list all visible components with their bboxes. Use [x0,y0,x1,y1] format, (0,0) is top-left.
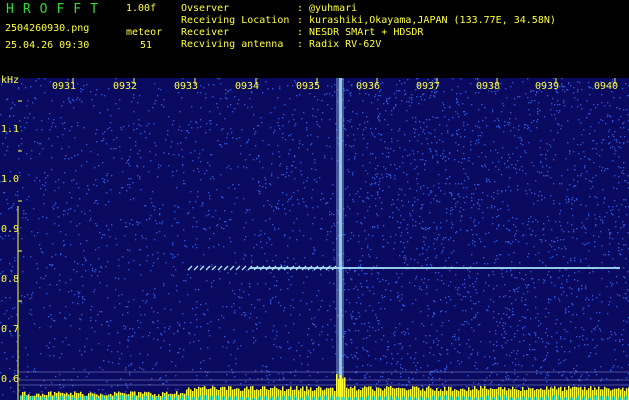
x-tick-label: 0933 [174,81,199,92]
y-tick-label: 0.9 [1,224,20,235]
app-title: HROFFT [6,2,107,17]
y-axis-unit: kHz [1,75,20,86]
meteor-streak [339,78,342,400]
x-tick-label: 0940 [594,81,619,92]
x-tick-label: 0932 [113,81,138,92]
x-tick-label: 0935 [296,81,321,92]
x-tick-label: 0939 [535,81,560,92]
filename-label: 2504260930.png [5,23,90,34]
meteor-count: 51 [140,40,153,51]
x-tick-label: 0931 [52,81,77,92]
y-tick-label: 0.8 [1,274,20,285]
y-tick-label: 0.6 [1,374,20,385]
location-value: : kurashiki,Okayama,JAPAN (133.77E, 34.5… [297,15,556,26]
observer-label: Ovserver [181,3,230,14]
datetime-label: 25.04.26 09:30 [5,40,90,51]
spectrogram-background [0,78,629,400]
mode-label: meteor [126,27,163,38]
version-label: 1.00f [126,3,157,14]
observer-value: : @yuhmari [297,3,358,14]
x-tick-label: 0936 [356,81,381,92]
y-tick-label: 1.0 [1,174,20,185]
location-label: Receiving Location [181,15,290,26]
receiver-value: : NESDR SMArt + HDSDR [297,27,424,38]
antenna-label: Recviving antenna [181,39,284,50]
antenna-value: : Radix RV-62V [297,39,382,50]
x-tick-label: 0938 [476,81,501,92]
x-tick-label: 0937 [416,81,441,92]
y-tick-label: 1.1 [1,124,20,135]
header-panel: HROFFT 1.00f 2504260930.png 25.04.26 09:… [0,0,629,78]
y-tick-label: 0.7 [1,324,20,335]
spectrogram-canvas [0,78,629,400]
x-tick-label: 0934 [235,81,260,92]
receiver-label: Receiver [181,27,230,38]
spectrogram-panel [0,78,629,400]
